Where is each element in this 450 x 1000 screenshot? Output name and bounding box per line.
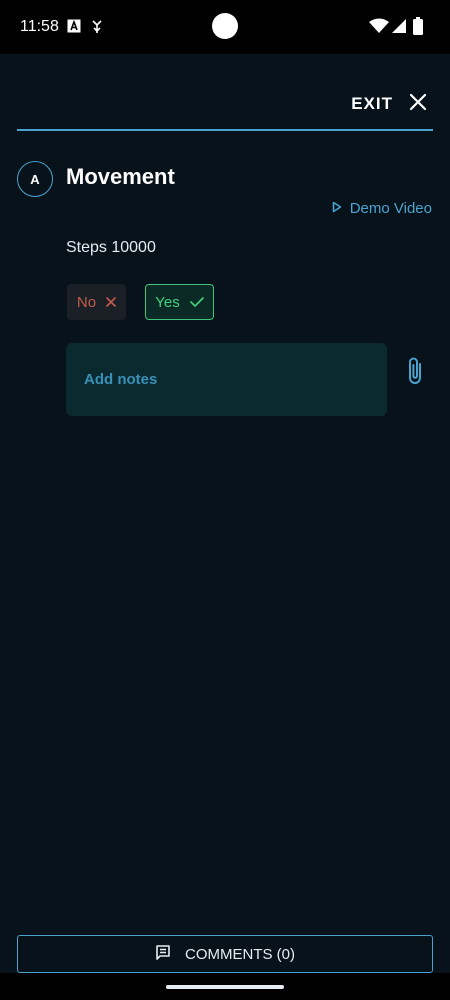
- checkmark-icon: [189, 294, 204, 311]
- status-time: 11:58: [20, 18, 59, 35]
- comments-label: COMMENTS (0): [185, 945, 295, 963]
- yes-label: Yes: [155, 293, 180, 311]
- notes-input[interactable]: Add notes: [66, 343, 387, 416]
- play-icon: [332, 200, 342, 217]
- usb-icon: [91, 19, 103, 40]
- no-label: No: [76, 293, 97, 311]
- comment-icon: [155, 944, 171, 964]
- home-indicator[interactable]: [166, 985, 284, 989]
- demo-video-label: Demo Video: [349, 200, 432, 217]
- screen: 11:58 EXIT A Movement Demo Video Steps 1…: [0, 0, 450, 1000]
- wifi-icon: [369, 18, 389, 39]
- demo-video-link[interactable]: Demo Video: [332, 200, 432, 217]
- close-x-icon: [106, 294, 116, 311]
- question-text: Steps 10000: [66, 239, 156, 256]
- comments-button[interactable]: COMMENTS (0): [17, 935, 433, 973]
- battery-icon: [413, 17, 423, 40]
- header: EXIT: [0, 54, 450, 132]
- exit-button[interactable]: EXIT: [351, 94, 393, 114]
- camera-cutout: [212, 13, 238, 39]
- status-bar: 11:58: [0, 0, 450, 54]
- no-button[interactable]: No: [67, 284, 126, 320]
- section-badge: A: [17, 161, 53, 197]
- yes-button[interactable]: Yes: [145, 284, 214, 320]
- close-icon[interactable]: [406, 90, 430, 114]
- header-divider: [17, 129, 433, 131]
- text-a-icon: [67, 19, 81, 38]
- section-title: Movement: [66, 164, 175, 189]
- signal-icon: [391, 18, 407, 39]
- paperclip-icon[interactable]: [403, 355, 427, 387]
